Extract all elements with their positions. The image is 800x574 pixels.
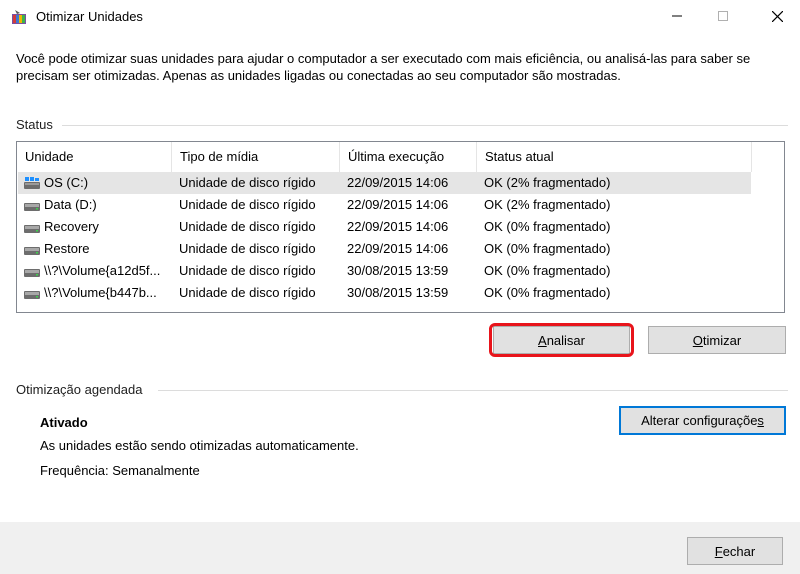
cell-status: OK (2% fragmentado) bbox=[484, 197, 611, 212]
cell-execucao: 30/08/2015 13:59 bbox=[347, 285, 449, 300]
cell-execucao: 22/09/2015 14:06 bbox=[347, 197, 449, 212]
cell-status: OK (0% fragmentado) bbox=[484, 241, 611, 256]
fechar-button[interactable]: Fechar bbox=[687, 537, 783, 565]
cell-unidade: \\?\Volume{b447b... bbox=[44, 285, 157, 300]
annotation-highlight-box bbox=[489, 323, 634, 357]
schedule-frequency: Frequência: Semanalmente bbox=[40, 463, 200, 478]
cell-tipo: Unidade de disco rígido bbox=[179, 197, 316, 212]
description-text: Você pode otimizar suas unidades para aj… bbox=[16, 51, 751, 83]
cell-status: OK (0% fragmentado) bbox=[484, 285, 611, 300]
defrag-app-icon bbox=[12, 10, 26, 24]
dialog-footer: Fechar bbox=[0, 522, 800, 574]
cell-unidade: Data (D:) bbox=[44, 197, 97, 212]
list-header: Unidade Tipo de mídia Última execução St… bbox=[17, 142, 784, 172]
drive-icon bbox=[24, 203, 40, 211]
cell-execucao: 22/09/2015 14:06 bbox=[347, 175, 449, 190]
alterar-accel: s bbox=[757, 413, 764, 428]
minimize-icon bbox=[672, 15, 682, 17]
schedule-divider bbox=[158, 390, 788, 391]
schedule-section-label: Otimização agendada bbox=[16, 382, 143, 397]
maximize-icon bbox=[718, 11, 728, 21]
drive-icon bbox=[24, 225, 40, 233]
cell-tipo: Unidade de disco rígido bbox=[179, 219, 316, 234]
otimizar-accel: O bbox=[692, 332, 703, 348]
drive-icon bbox=[24, 247, 40, 255]
table-row[interactable]: Restore Unidade de disco rígido 22/09/2015… bbox=[18, 238, 751, 260]
close-icon bbox=[771, 10, 783, 22]
column-header-tipo[interactable]: Tipo de mídia bbox=[172, 142, 340, 172]
cell-execucao: 22/09/2015 14:06 bbox=[347, 241, 449, 256]
fechar-label: echar bbox=[722, 543, 756, 559]
close-window-button[interactable] bbox=[754, 0, 800, 32]
schedule-info: As unidades estão sendo otimizadas autom… bbox=[40, 438, 359, 453]
cell-tipo: Unidade de disco rígido bbox=[179, 241, 316, 256]
otimizar-button[interactable]: Otimizar bbox=[648, 326, 786, 354]
cell-execucao: 22/09/2015 14:06 bbox=[347, 219, 449, 234]
drive-icon bbox=[24, 291, 40, 299]
otimizar-label: timizar bbox=[702, 332, 742, 348]
list-scroll-area bbox=[767, 172, 784, 312]
table-row[interactable]: OS (C:) Unidade de disco rígido 22/09/2015… bbox=[18, 172, 751, 194]
title-bar: Otimizar Unidades bbox=[0, 0, 800, 34]
column-header-unidade[interactable]: Unidade bbox=[17, 142, 172, 172]
alterar-configuracoes-button[interactable]: Alterar configurações bbox=[619, 406, 786, 435]
table-row[interactable]: \\?\Volume{b447b... Unidade de disco rígi… bbox=[18, 282, 751, 304]
table-row[interactable]: Recovery Unidade de disco rígido 22/09/201… bbox=[18, 216, 751, 238]
alterar-label: Alterar configuraçõe bbox=[641, 413, 758, 428]
status-section-label: Status bbox=[16, 117, 53, 132]
column-header-execucao[interactable]: Última execução bbox=[340, 142, 477, 172]
drives-list[interactable]: Unidade Tipo de mídia Última execução St… bbox=[16, 141, 785, 313]
cell-status: OK (2% fragmentado) bbox=[484, 175, 611, 190]
cell-status: OK (0% fragmentado) bbox=[484, 219, 611, 234]
table-row[interactable]: Data (D:) Unidade de disco rígido 22/09/20… bbox=[18, 194, 751, 216]
cell-unidade: \\?\Volume{a12d5f... bbox=[44, 263, 161, 278]
windows-drive-icon bbox=[24, 177, 40, 189]
cell-unidade: Recovery bbox=[44, 219, 99, 234]
cell-tipo: Unidade de disco rígido bbox=[179, 263, 316, 278]
cell-execucao: 30/08/2015 13:59 bbox=[347, 263, 449, 278]
column-header-status[interactable]: Status atual bbox=[477, 142, 752, 172]
schedule-state: Ativado bbox=[40, 415, 88, 430]
window-title: Otimizar Unidades bbox=[36, 9, 143, 24]
cell-tipo: Unidade de disco rígido bbox=[179, 175, 316, 190]
fechar-accel: F bbox=[714, 543, 723, 559]
cell-unidade: Restore bbox=[44, 241, 90, 256]
cell-status: OK (0% fragmentado) bbox=[484, 263, 611, 278]
drive-icon bbox=[24, 269, 40, 277]
status-divider bbox=[62, 125, 788, 126]
minimize-button[interactable] bbox=[654, 0, 700, 32]
maximize-button[interactable] bbox=[700, 0, 746, 32]
table-row[interactable]: \\?\Volume{a12d5f... Unidade de disco ríg… bbox=[18, 260, 751, 282]
cell-tipo: Unidade de disco rígido bbox=[179, 285, 316, 300]
cell-unidade: OS (C:) bbox=[44, 175, 89, 190]
